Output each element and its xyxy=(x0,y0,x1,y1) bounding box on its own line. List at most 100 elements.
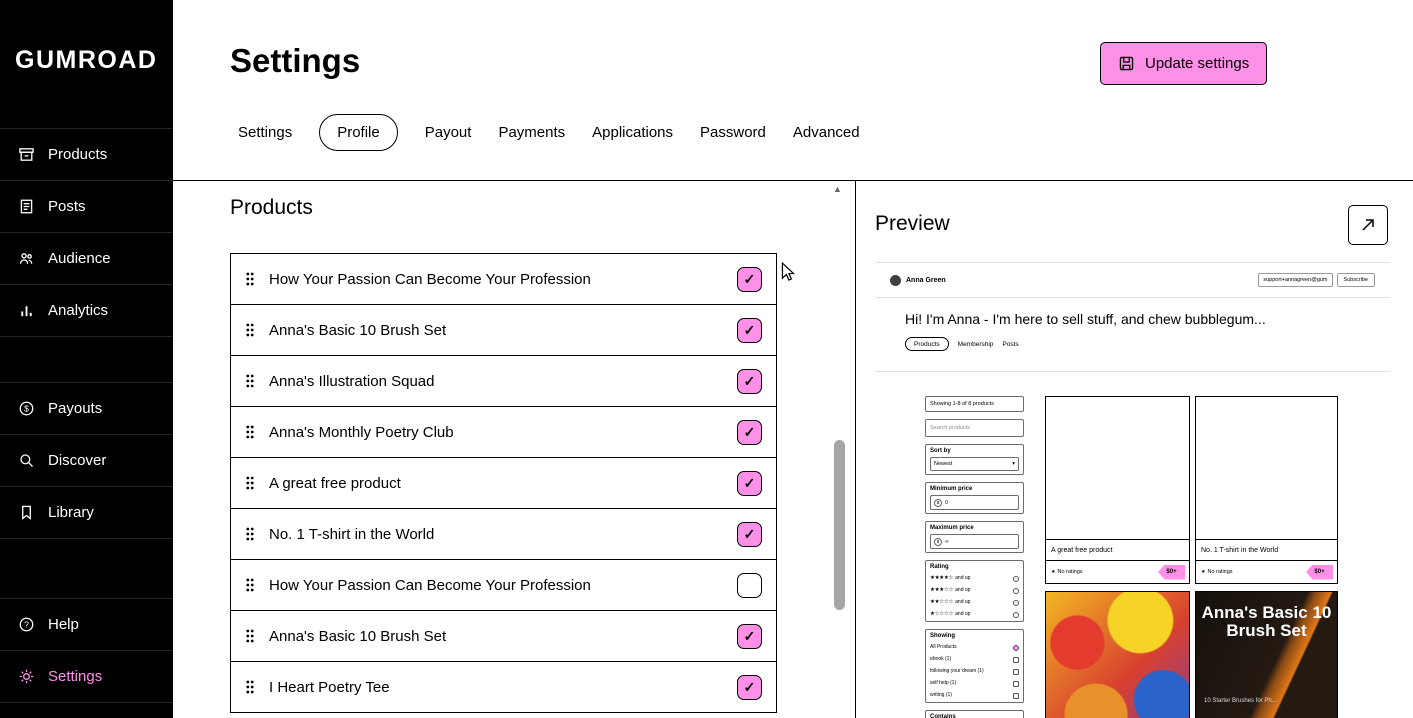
product-name: I Heart Poetry Tee xyxy=(269,678,390,696)
avatar xyxy=(890,274,901,286)
category-checkbox[interactable] xyxy=(1013,656,1019,663)
sidebar-nav: Products Posts Audience Analytics $ Payo… xyxy=(0,128,173,703)
product-row: Anna's Monthly Poetry Club xyxy=(230,406,777,458)
tab-password[interactable]: Password xyxy=(700,115,766,150)
subscribe-button[interactable]: Subscribe xyxy=(1336,273,1375,287)
tab-payout[interactable]: Payout xyxy=(425,115,472,150)
category-checkbox[interactable] xyxy=(1013,680,1019,687)
price-tag: $0+ xyxy=(1306,564,1333,580)
update-settings-button[interactable]: Update settings xyxy=(1100,42,1268,85)
scrollbar-thumb[interactable] xyxy=(834,440,845,610)
sidebar-item-audience[interactable]: Audience xyxy=(0,233,173,285)
tab-payments[interactable]: Payments xyxy=(498,115,565,150)
sidebar-item-library[interactable]: Library xyxy=(0,487,173,539)
update-settings-label: Update settings xyxy=(1145,55,1250,72)
showing-option: writing (1) xyxy=(930,692,1019,699)
product-visible-checkbox[interactable] xyxy=(737,419,762,445)
product-visible-checkbox[interactable] xyxy=(737,266,762,292)
product-visible-checkbox[interactable] xyxy=(737,674,762,700)
product-name: Anna's Basic 10 Brush Set xyxy=(269,627,447,645)
product-visible-checkbox[interactable] xyxy=(737,521,762,547)
sidebar-item-payouts[interactable]: $ Payouts xyxy=(0,383,173,435)
drag-handle-icon[interactable] xyxy=(245,322,255,338)
product-visible-checkbox[interactable] xyxy=(737,317,762,343)
product-name: How Your Passion Can Become Your Profess… xyxy=(269,270,591,288)
rating-radio[interactable] xyxy=(1013,575,1019,582)
sidebar-item-analytics[interactable]: Analytics xyxy=(0,285,173,337)
sidebar-item-label: Help xyxy=(48,616,79,633)
rating-radio[interactable] xyxy=(1013,587,1019,594)
rating-option-label: and up xyxy=(955,611,971,617)
product-visible-checkbox[interactable] xyxy=(737,470,762,496)
drag-handle-icon[interactable] xyxy=(245,577,255,593)
sidebar-item-label: Products xyxy=(48,146,108,163)
tab-profile[interactable]: Profile xyxy=(319,114,398,151)
drag-handle-icon[interactable] xyxy=(245,526,255,542)
showing-option-label: following your dream (1) xyxy=(930,668,984,674)
scroll-up-arrow-icon[interactable]: ▲ xyxy=(833,184,842,194)
products-icon xyxy=(17,146,35,164)
product-card-footer: ★ No ratings $0+ xyxy=(1196,561,1337,583)
showing-label: Showing xyxy=(930,633,955,639)
tab-applications[interactable]: Applications xyxy=(592,115,673,150)
drag-handle-icon[interactable] xyxy=(245,424,255,440)
store-search-input[interactable]: Search products xyxy=(925,419,1024,437)
product-card-image-paint[interactable] xyxy=(1045,591,1190,718)
drag-handle-icon[interactable] xyxy=(245,271,255,287)
store-tab-posts[interactable]: Posts xyxy=(1002,341,1018,348)
open-preview-button[interactable] xyxy=(1348,205,1388,245)
max-price-value: ∞ xyxy=(945,538,949,545)
product-card-image-brush-set[interactable]: Anna's Basic 10 Brush Set 10 Starter Bru… xyxy=(1195,591,1338,718)
stars-icon: ★★★★☆ xyxy=(930,575,954,581)
sidebar-item-posts[interactable]: Posts xyxy=(0,181,173,233)
sort-select[interactable]: Newest ▾ xyxy=(930,457,1019,471)
store-tab-products[interactable]: Products xyxy=(905,337,949,351)
save-icon xyxy=(1118,55,1135,72)
category-checkbox[interactable] xyxy=(1013,692,1019,699)
svg-text:?: ? xyxy=(24,620,29,630)
max-price-input[interactable]: $ ∞ xyxy=(930,534,1019,549)
gumroad-logo[interactable]: GUMROAD xyxy=(15,46,157,75)
product-thumbnail xyxy=(1196,397,1337,540)
product-card-title: No. 1 T-shirt in the World xyxy=(1196,540,1337,561)
sidebar-item-products[interactable]: Products xyxy=(0,129,173,181)
store-tab-membership[interactable]: Membership xyxy=(958,341,994,348)
sidebar-item-discover[interactable]: Discover xyxy=(0,435,173,487)
star-icon: ★ xyxy=(1201,569,1206,575)
products-list: How Your Passion Can Become Your Profess… xyxy=(230,253,777,713)
tab-advanced[interactable]: Advanced xyxy=(793,115,860,150)
storefront-preview: Anna Green support+annagreen@gum Subscri… xyxy=(875,262,1390,718)
sidebar-item-settings[interactable]: Settings xyxy=(0,651,173,703)
stars-icon: ★★★☆☆ xyxy=(930,587,954,593)
product-row: I Heart Poetry Tee xyxy=(230,661,777,713)
sidebar-item-label: Discover xyxy=(48,452,107,469)
arrow-up-right-icon xyxy=(1360,217,1376,233)
creator-name: Anna Green xyxy=(906,276,946,284)
rating-radio[interactable] xyxy=(1013,599,1019,606)
product-rating: No ratings xyxy=(1057,569,1083,575)
posts-icon xyxy=(17,198,35,216)
drag-handle-icon[interactable] xyxy=(245,628,255,644)
product-card[interactable]: A great free product ★ No ratings $0+ xyxy=(1045,396,1190,584)
sort-value: Newest xyxy=(934,461,953,467)
drag-handle-icon[interactable] xyxy=(245,679,255,695)
drag-handle-icon[interactable] xyxy=(245,475,255,491)
sidebar-item-help[interactable]: ? Help xyxy=(0,599,173,651)
min-price-input[interactable]: $ 0 xyxy=(930,495,1019,510)
product-visible-checkbox[interactable] xyxy=(737,368,762,394)
min-price-value: 0 xyxy=(945,499,949,506)
category-checkbox[interactable] xyxy=(1013,668,1019,675)
product-card[interactable]: No. 1 T-shirt in the World ★ No ratings … xyxy=(1195,396,1338,584)
product-visible-checkbox[interactable] xyxy=(737,572,762,598)
search-icon xyxy=(17,452,35,470)
tab-settings[interactable]: Settings xyxy=(238,115,292,150)
rating-option: ★★☆☆☆ and up xyxy=(930,599,1019,606)
gumroad-settings-page: GUMROAD Products Posts Audience Analytic… xyxy=(0,0,1413,718)
product-visible-checkbox[interactable] xyxy=(737,623,762,649)
creator-email-button[interactable]: support+annagreen@gum xyxy=(1258,273,1333,287)
rating-radio[interactable] xyxy=(1013,611,1019,618)
drag-handle-icon[interactable] xyxy=(245,373,255,389)
all-products-radio[interactable] xyxy=(1013,644,1019,651)
bookmark-icon xyxy=(17,504,35,522)
payouts-icon: $ xyxy=(17,400,35,418)
